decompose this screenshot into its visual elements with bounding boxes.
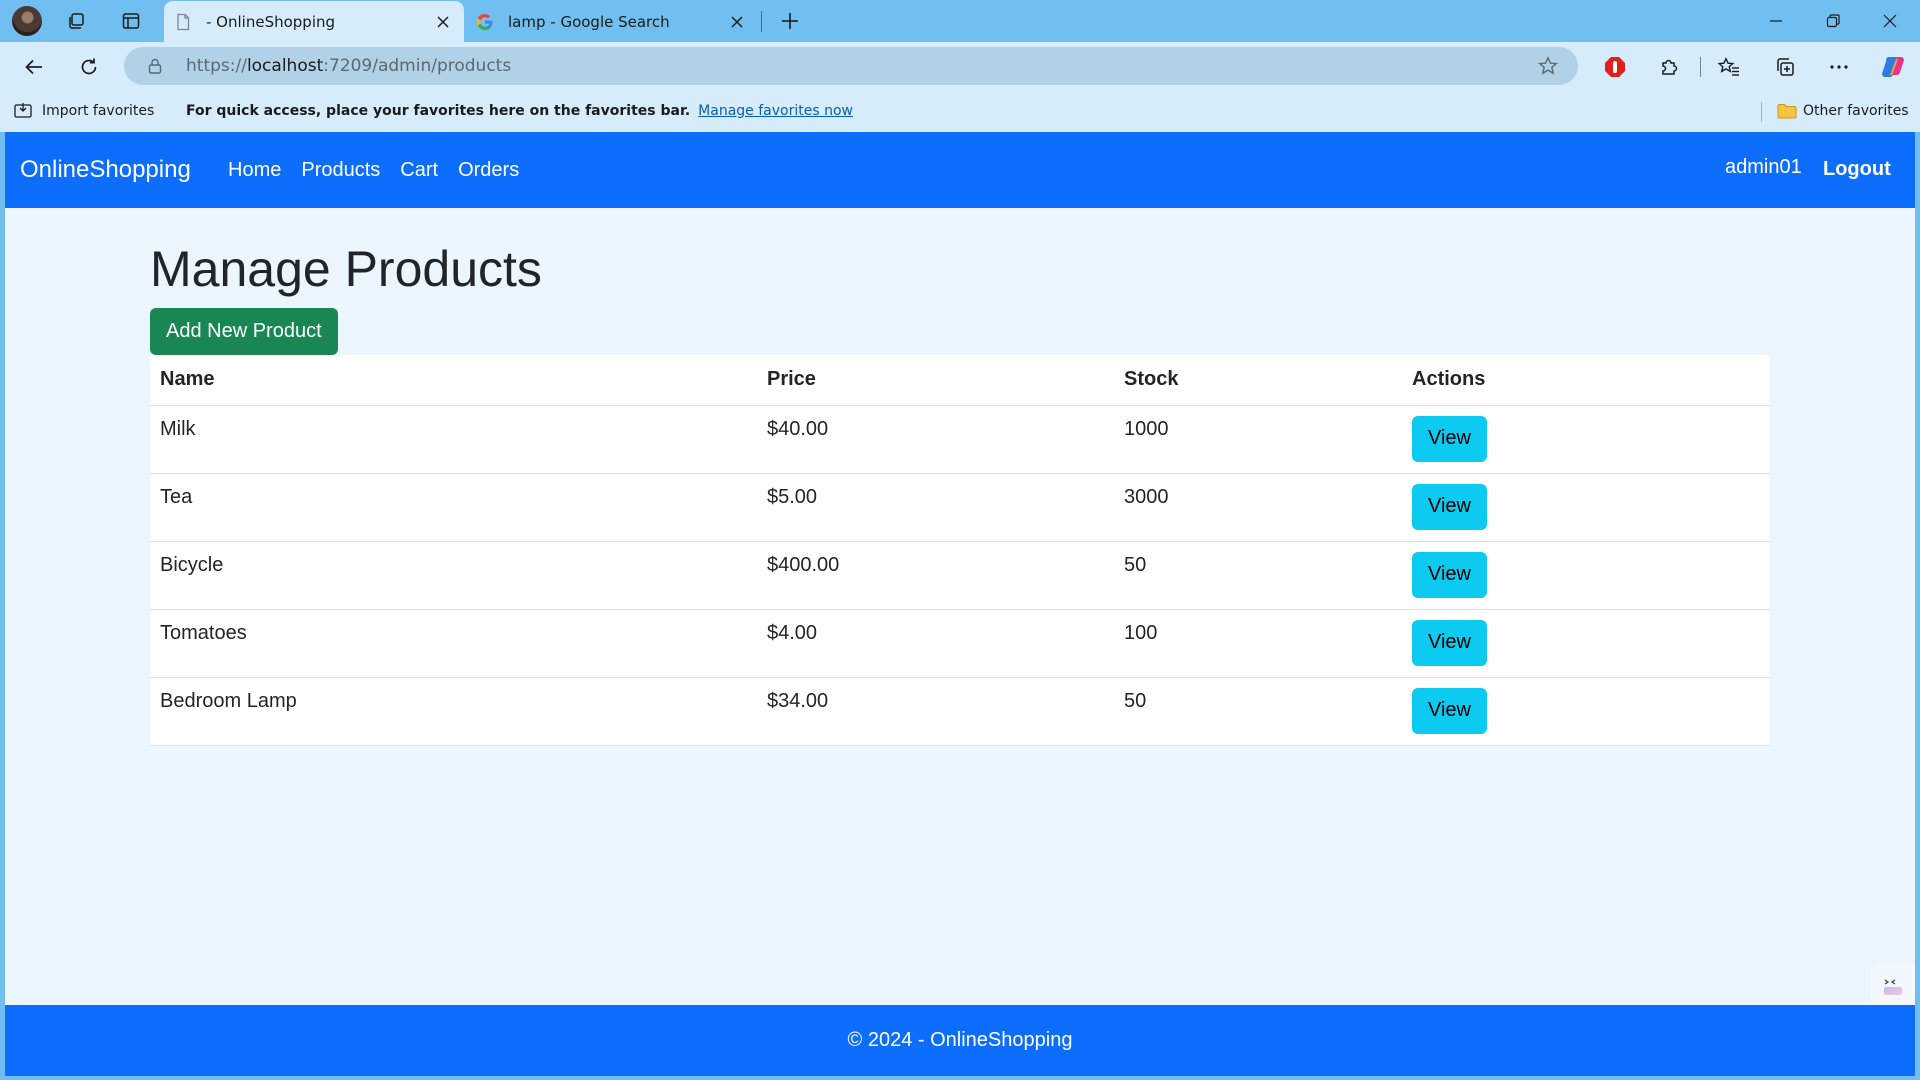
more-options-icon[interactable] bbox=[1826, 54, 1852, 80]
footer-text: © 2024 - OnlineShopping bbox=[847, 1029, 1073, 1051]
close-tab-icon[interactable] bbox=[434, 13, 452, 31]
url-text[interactable]: https://localhost:7209/admin/products bbox=[186, 56, 511, 76]
column-header-name: Name bbox=[150, 355, 757, 406]
table-row: Tea $5.00 3000 View bbox=[150, 473, 1770, 542]
view-button[interactable]: View bbox=[1412, 483, 1487, 530]
product-name: Milk bbox=[150, 405, 757, 474]
copilot-icon[interactable] bbox=[1879, 53, 1907, 81]
product-name: Tomatoes bbox=[150, 609, 757, 678]
table-row: Bedroom Lamp $34.00 50 View bbox=[150, 677, 1770, 746]
product-price: $40.00 bbox=[757, 405, 1114, 474]
restore-icon[interactable] bbox=[1821, 10, 1845, 32]
table-header-row: Name Price Stock Actions bbox=[150, 355, 1770, 406]
favorites-divider bbox=[1761, 102, 1762, 122]
window-border-bottom bbox=[0, 1076, 1920, 1080]
toolbar-divider bbox=[1700, 57, 1701, 77]
address-bar[interactable]: https://localhost:7209/admin/products bbox=[124, 47, 1578, 85]
adblock-icon[interactable] bbox=[1602, 54, 1628, 80]
tab-strip: - OnlineShopping lamp - Google Search bbox=[0, 0, 1920, 42]
nav-cart[interactable]: Cart bbox=[400, 159, 438, 182]
nav-home[interactable]: Home bbox=[228, 159, 281, 182]
username: admin01 bbox=[1725, 156, 1802, 178]
new-tab-icon[interactable] bbox=[778, 10, 802, 32]
back-icon[interactable] bbox=[20, 54, 48, 80]
page-title: Manage Products bbox=[150, 241, 542, 297]
product-actions: View bbox=[1402, 541, 1770, 610]
import-favorites-label: Import favorites bbox=[42, 103, 155, 119]
favorites-icon[interactable] bbox=[1716, 54, 1742, 80]
tab-title: - OnlineShopping bbox=[206, 12, 336, 31]
column-header-actions: Actions bbox=[1402, 355, 1770, 406]
site-footer: © 2024 - OnlineShopping bbox=[5, 1005, 1915, 1076]
profile-avatar[interactable] bbox=[12, 6, 42, 36]
view-button[interactable]: View bbox=[1412, 551, 1487, 598]
manage-favorites-link[interactable]: Manage favorites now bbox=[698, 103, 853, 119]
favorites-hint-text: For quick access, place your favorites h… bbox=[186, 103, 691, 119]
lock-icon[interactable] bbox=[146, 57, 164, 75]
product-price: $400.00 bbox=[757, 541, 1114, 610]
tab-google-search[interactable]: lamp - Google Search bbox=[466, 1, 758, 42]
product-stock: 100 bbox=[1114, 609, 1402, 678]
column-header-price: Price bbox=[757, 355, 1114, 406]
product-actions: View bbox=[1402, 609, 1770, 678]
product-price: $5.00 bbox=[757, 473, 1114, 542]
product-stock: 50 bbox=[1114, 677, 1402, 746]
tab-separator bbox=[761, 11, 762, 32]
favorites-bar: Import favorites For quick access, place… bbox=[0, 92, 1920, 132]
vertical-tabs-icon[interactable] bbox=[119, 10, 143, 32]
table-row: Tomatoes $4.00 100 View bbox=[150, 609, 1770, 678]
product-stock: 1000 bbox=[1114, 405, 1402, 474]
table-row: Milk $40.00 1000 View bbox=[150, 405, 1770, 474]
close-tab-icon[interactable] bbox=[728, 13, 746, 31]
import-favorites[interactable]: Import favorites bbox=[14, 92, 154, 130]
minimize-icon[interactable] bbox=[1764, 10, 1788, 32]
product-name: Tea bbox=[150, 473, 757, 542]
product-actions: View bbox=[1402, 473, 1770, 542]
other-favorites-label: Other favorites bbox=[1803, 103, 1909, 119]
add-new-product-button[interactable]: Add New Product bbox=[150, 308, 338, 355]
refresh-icon[interactable] bbox=[75, 54, 103, 80]
nav-products[interactable]: Products bbox=[301, 159, 380, 182]
extensions-icon[interactable] bbox=[1656, 54, 1682, 80]
table-row: Bicycle $400.00 50 View bbox=[150, 541, 1770, 610]
nav-orders[interactable]: Orders bbox=[458, 159, 519, 182]
page-icon bbox=[174, 13, 192, 31]
collections-icon[interactable] bbox=[1772, 54, 1798, 80]
product-stock: 50 bbox=[1114, 541, 1402, 610]
workspaces-icon[interactable] bbox=[64, 10, 88, 32]
view-button[interactable]: View bbox=[1412, 415, 1487, 462]
nav-links: Home Products Cart Orders bbox=[228, 159, 519, 182]
sidebar-expand-icon bbox=[1884, 979, 1902, 995]
logout-button[interactable]: Logout bbox=[1823, 158, 1891, 181]
product-price: $4.00 bbox=[757, 609, 1114, 678]
view-button[interactable]: View bbox=[1412, 687, 1487, 734]
other-favorites[interactable]: Other favorites bbox=[1777, 92, 1909, 130]
browser-toolbar: https://localhost:7209/admin/products bbox=[0, 42, 1920, 92]
tab-title: lamp - Google Search bbox=[508, 12, 670, 31]
import-favorites-icon bbox=[14, 103, 32, 118]
product-stock: 3000 bbox=[1114, 473, 1402, 542]
view-button[interactable]: View bbox=[1412, 619, 1487, 666]
site-brand[interactable]: OnlineShopping bbox=[20, 156, 191, 184]
product-price: $34.00 bbox=[757, 677, 1114, 746]
product-actions: View bbox=[1402, 405, 1770, 474]
window-border-right bbox=[1915, 132, 1920, 1076]
products-table: Name Price Stock Actions Milk $40.00 100… bbox=[150, 355, 1770, 746]
product-actions: View bbox=[1402, 677, 1770, 746]
tab-onlineshopping[interactable]: - OnlineShopping bbox=[164, 1, 464, 42]
folder-icon bbox=[1777, 104, 1797, 119]
product-name: Bedroom Lamp bbox=[150, 677, 757, 746]
product-name: Bicycle bbox=[150, 541, 757, 610]
web-page: OnlineShopping Home Products Cart Orders… bbox=[5, 132, 1915, 1076]
site-navbar: OnlineShopping Home Products Cart Orders… bbox=[5, 132, 1915, 208]
sidebar-toggle[interactable] bbox=[1871, 964, 1915, 1008]
google-icon bbox=[476, 13, 494, 31]
column-header-stock: Stock bbox=[1114, 355, 1402, 406]
close-window-icon[interactable] bbox=[1878, 10, 1902, 32]
star-icon[interactable] bbox=[1536, 55, 1560, 77]
favorites-hint: For quick access, place your favorites h… bbox=[186, 92, 853, 130]
